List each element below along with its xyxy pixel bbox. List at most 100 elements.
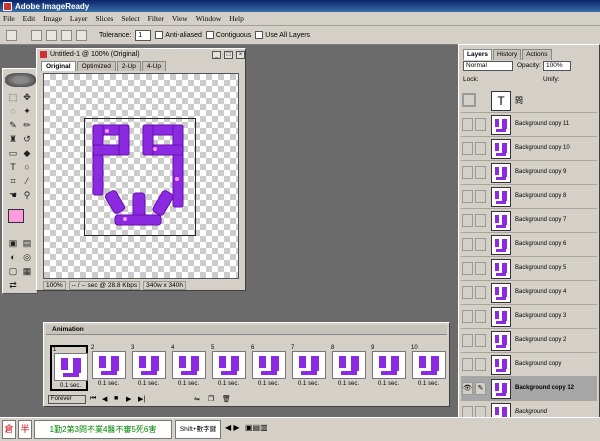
- image-map-icon[interactable]: ▣: [7, 237, 19, 249]
- eye-icon[interactable]: [462, 190, 473, 203]
- lasso-icon[interactable]: ◌: [7, 105, 19, 117]
- eraser-icon[interactable]: ▭: [7, 147, 19, 159]
- eyedropper-icon[interactable]: ⁄: [21, 175, 33, 187]
- loop-select[interactable]: Forever: [48, 395, 86, 404]
- stop-icon[interactable]: ■: [114, 395, 118, 402]
- maximize-icon[interactable]: □: [224, 50, 233, 59]
- blend-mode-select[interactable]: Normal: [463, 61, 513, 71]
- animation-frame[interactable]: 1 0.1 sec.: [50, 345, 88, 391]
- foreground-color-swatch[interactable]: [8, 209, 24, 223]
- brush-link-icon[interactable]: ✎: [475, 382, 486, 395]
- layer-row[interactable]: Background copy: [461, 353, 597, 377]
- menu-edit[interactable]: Edit: [23, 14, 36, 23]
- prev-frame-icon[interactable]: ◀: [102, 395, 107, 403]
- brush-link-icon[interactable]: [475, 142, 486, 155]
- menu-filter[interactable]: Filter: [148, 14, 164, 23]
- brush-link-icon[interactable]: [475, 262, 486, 275]
- animation-frame[interactable]: 3 0.1 sec.: [130, 345, 168, 391]
- delete-frame-icon[interactable]: 🗑: [222, 395, 231, 403]
- layer-row[interactable]: Background copy 4: [461, 281, 597, 305]
- opacity-field[interactable]: 100%: [543, 61, 571, 71]
- eye-icon[interactable]: [462, 118, 473, 131]
- visibility-box[interactable]: [462, 93, 476, 107]
- contiguous-option[interactable]: Contiguous: [205, 31, 251, 39]
- zoom-level[interactable]: 100%: [43, 281, 66, 290]
- layer-row[interactable]: Background copy 3: [461, 305, 597, 329]
- brush-link-icon[interactable]: [475, 214, 486, 227]
- contiguous-checkbox[interactable]: [205, 31, 214, 39]
- menu-help[interactable]: Help: [229, 14, 244, 23]
- eye-icon[interactable]: [462, 166, 473, 179]
- frame-delay[interactable]: 0.1 sec.: [418, 381, 439, 387]
- subtract-selection-icon[interactable]: [61, 29, 72, 41]
- move-icon[interactable]: ✥: [21, 91, 33, 103]
- magic-wand-icon[interactable]: ✦: [21, 105, 33, 117]
- browser-preview-icon[interactable]: ◎: [21, 251, 33, 263]
- layer-row[interactable]: Background copy 11: [461, 113, 597, 137]
- frame-delay[interactable]: 0.1 sec.: [60, 383, 81, 389]
- animation-frame[interactable]: 5 0.1 sec.: [210, 345, 248, 391]
- rollover-icon[interactable]: ▤: [21, 237, 33, 249]
- layer-row[interactable]: Background copy 10: [461, 137, 597, 161]
- brush-link-icon[interactable]: [475, 166, 486, 179]
- layer-row[interactable]: Background copy 2: [461, 329, 597, 353]
- brush-link-icon[interactable]: [475, 190, 486, 203]
- ellipse-icon[interactable]: ○: [21, 161, 33, 173]
- brush-link-icon[interactable]: [475, 118, 486, 131]
- brush-link-icon[interactable]: [475, 334, 486, 347]
- frame-delay[interactable]: 0.1 sec.: [98, 381, 119, 387]
- menu-slices[interactable]: Slices: [95, 14, 113, 23]
- brush-link-icon[interactable]: [475, 286, 486, 299]
- ime-arrow-icons[interactable]: ◀ ▶: [225, 423, 240, 432]
- ime-keyboard-icons[interactable]: ▣▤▥: [245, 423, 268, 432]
- frame-delay[interactable]: 0.1 sec.: [218, 381, 239, 387]
- hand-icon[interactable]: ☚: [7, 189, 19, 201]
- animation-frame[interactable]: 2 0.1 sec.: [90, 345, 128, 391]
- play-icon[interactable]: ▶: [126, 395, 131, 403]
- layer-row[interactable]: 👁 ✎ Background copy 12: [461, 377, 597, 401]
- pencil-icon[interactable]: ✏: [21, 119, 33, 131]
- type-icon[interactable]: T: [7, 161, 19, 173]
- history-brush-icon[interactable]: ↺: [21, 133, 33, 145]
- animation-frame[interactable]: 9 0.1 sec.: [370, 345, 408, 391]
- zoom-icon[interactable]: ⚲: [21, 189, 33, 201]
- menu-image[interactable]: Image: [43, 14, 62, 23]
- layer-row[interactable]: Background copy 9: [461, 161, 597, 185]
- eye-icon[interactable]: [462, 214, 473, 227]
- layer-row[interactable]: Background copy 6: [461, 233, 597, 257]
- eye-icon[interactable]: [462, 142, 473, 155]
- tab-4-up[interactable]: 4-Up: [141, 61, 167, 71]
- crop-icon[interactable]: ⌗: [7, 175, 19, 187]
- animation-frame[interactable]: 6 0.1 sec.: [250, 345, 288, 391]
- minimize-icon[interactable]: _: [212, 50, 221, 59]
- animation-frame[interactable]: 4 0.1 sec.: [170, 345, 208, 391]
- layer-row[interactable]: Background copy 7: [461, 209, 597, 233]
- image-size[interactable]: 340w x 340h: [143, 281, 186, 290]
- tween-icon[interactable]: ⇋: [194, 395, 200, 403]
- frame-delay[interactable]: 0.1 sec.: [378, 381, 399, 387]
- brush-link-icon[interactable]: [475, 310, 486, 323]
- duplicate-frame-icon[interactable]: ❐: [208, 395, 214, 403]
- eye-icon[interactable]: 👁: [462, 382, 473, 395]
- frame-delay[interactable]: 0.1 sec.: [338, 381, 359, 387]
- ime-candidates[interactable]: 1勤2第3問不業4醫不審5死6害: [34, 420, 172, 439]
- animation-frame[interactable]: 10 0.1 sec.: [410, 345, 448, 391]
- marquee-icon[interactable]: ⬚: [7, 91, 19, 103]
- menu-view[interactable]: View: [172, 14, 188, 23]
- slice-visibility-icon[interactable]: ▦: [21, 265, 33, 277]
- rewind-icon[interactable]: ⏮: [90, 395, 96, 403]
- frame-delay[interactable]: 0.1 sec.: [178, 381, 199, 387]
- menu-select[interactable]: Select: [121, 14, 139, 23]
- tab-actions[interactable]: Actions: [522, 49, 552, 60]
- frame-delay[interactable]: 0.1 sec.: [138, 381, 159, 387]
- magic-wand-icon[interactable]: [6, 29, 17, 41]
- download-speed[interactable]: -- / -- sec @ 28.8 Kbps: [68, 281, 141, 290]
- frame-delay[interactable]: 0.1 sec.: [298, 381, 319, 387]
- add-selection-icon[interactable]: [46, 29, 57, 41]
- use-all-layers-option[interactable]: Use All Layers: [255, 31, 310, 39]
- frame-delay[interactable]: 0.1 sec.: [258, 381, 279, 387]
- use-all-layers-checkbox[interactable]: [255, 31, 264, 39]
- menu-layer[interactable]: Layer: [70, 14, 88, 23]
- eye-icon[interactable]: [462, 334, 473, 347]
- layer-row[interactable]: Background copy 8: [461, 185, 597, 209]
